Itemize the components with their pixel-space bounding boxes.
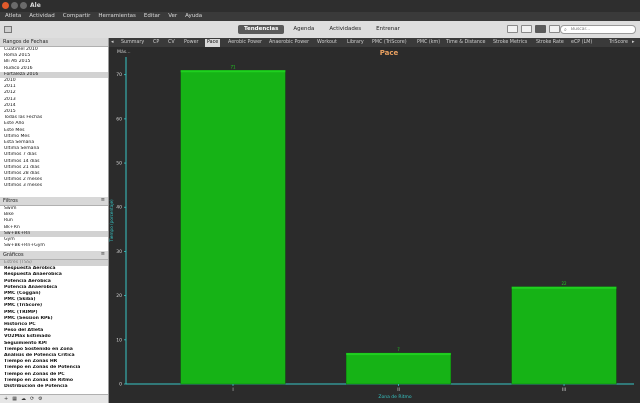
date-range-item[interactable]: Últimos 3 meses [0, 183, 108, 189]
menu-bar: Atleta Actividad Compartir Herramientas … [0, 12, 640, 21]
cloud-icon[interactable]: ☁ [21, 395, 26, 403]
tiled-layout-button[interactable] [549, 25, 560, 33]
toolbar: Tendencias Agenda Actividades Entrenar ⌕ [0, 21, 640, 39]
pace-zone-chart: 0 10 20 30 40 50 60 70 Tiempo (porcentaje) 71 I 7 II… [109, 57, 634, 400]
menu-ver[interactable]: Ver [168, 12, 177, 21]
chart-item[interactable]: Distribución de Potencia [0, 384, 108, 390]
tab-triscore[interactable]: TriScore [609, 38, 628, 47]
add-icon[interactable]: + [4, 395, 8, 403]
menu-actividad[interactable]: Actividad [29, 12, 55, 21]
bar-zone-i[interactable] [180, 70, 286, 385]
bar-value-label: 7 [397, 347, 400, 352]
y-tick-label: 30 [116, 249, 122, 255]
window-controls [2, 2, 27, 9]
view-entrenar[interactable]: Entrenar [370, 25, 406, 34]
y-tick-label: 0 [119, 382, 122, 388]
minimize-window-button[interactable] [11, 2, 18, 9]
sidebar-bottom-toolbar: + ▦ ☁ ⟳ ⚙ [0, 394, 108, 403]
menu-atleta[interactable]: Atleta [5, 12, 21, 21]
search-box[interactable]: ⌕ [560, 25, 636, 34]
close-window-button[interactable] [2, 2, 9, 9]
charts-panel: Gráficos ≡ Estrés (TSS) Respuesta Aeróbic… [0, 251, 108, 394]
filter-item[interactable]: Sw+Bk+Rn+Gym [0, 243, 108, 249]
menu-compartir[interactable]: Compartir [63, 12, 91, 21]
filters-header: Filtros ≡ [0, 197, 108, 206]
tab-time-distance[interactable]: Time & Distance [446, 38, 486, 47]
y-tick-label: 20 [116, 293, 122, 299]
x-tick-label: II [397, 387, 400, 393]
tab-summary[interactable]: Summary [121, 38, 144, 47]
tab-stroke-rate[interactable]: Stroke Rate [536, 38, 564, 47]
search-input[interactable] [571, 26, 633, 33]
filters-list: Swim Bike Run Bk+Rn Sw+Bk+Rn Gym Sw+Bk+Rn+Gym [0, 206, 108, 249]
x-axis-label: Zona de Ritmo [378, 394, 411, 400]
date-ranges-header: Rangos de Fechas [0, 38, 108, 47]
x-tick-label: I [232, 387, 233, 393]
bookmark-icon[interactable]: ▦ [12, 395, 17, 403]
tab-library[interactable]: Library [347, 38, 364, 47]
tabbed-layout-button[interactable] [535, 25, 546, 33]
maximize-window-button[interactable] [20, 2, 27, 9]
bar-highlight [180, 70, 286, 73]
toggle-bottom-layout-button[interactable] [521, 25, 532, 33]
y-tick-label: 60 [116, 116, 122, 122]
settings-icon[interactable]: ⚙ [38, 395, 42, 403]
sidebar: Rangos de Fechas Cuatimel 2010 Roma 2015 B… [0, 38, 109, 403]
tab-aerobic-power[interactable]: Aerobic Power [228, 38, 262, 47]
view-agenda[interactable]: Agenda [287, 25, 320, 34]
bar-zone-ii[interactable] [345, 352, 452, 385]
bar-value-label: 22 [561, 281, 567, 286]
y-axis-label: Tiempo (porcentaje) [109, 199, 114, 243]
bar-zone-iii[interactable] [511, 286, 617, 385]
charts-header: Gráficos ≡ [0, 251, 108, 260]
toggle-sidebar-layout-button[interactable] [507, 25, 518, 33]
tab-pmc-triscore[interactable]: PMC (TriScore) [372, 38, 407, 47]
view-actividades[interactable]: Actividades [323, 25, 367, 34]
tabs-scroll-right-icon[interactable]: ▸ [632, 38, 635, 47]
tab-anaerobic-power[interactable]: Anaerobic Power [269, 38, 309, 47]
sync-icon[interactable]: ⟳ [30, 395, 34, 403]
y-tick-label: 50 [116, 161, 122, 167]
tab-cv[interactable]: CV [168, 38, 175, 47]
y-tick-label: 70 [116, 72, 122, 78]
charts-list: Estrés (TSS) Respuesta Aeróbica Respuesta … [0, 260, 108, 390]
menu-ayuda[interactable]: Ayuda [185, 12, 202, 21]
tabs-scroll-left-icon[interactable]: ◂ [111, 38, 114, 47]
view-switcher: Tendencias Agenda Actividades Entrenar [238, 25, 406, 34]
tab-pace[interactable]: Pace [205, 39, 221, 47]
date-ranges-list: Cuatimel 2010 Roma 2015 Bli Ati 2015 Rudico… [0, 47, 108, 190]
tab-cp[interactable]: CP [153, 38, 159, 47]
tab-workout[interactable]: Workout [317, 38, 337, 47]
filters-menu-icon[interactable]: ≡ [101, 197, 105, 203]
tab-pmc-km[interactable]: PMC (km) [417, 38, 440, 47]
menu-editar[interactable]: Editar [144, 12, 160, 21]
y-tick-label: 40 [116, 205, 122, 211]
bar-value-label: 71 [230, 64, 236, 69]
tab-stroke-metrics[interactable]: Stroke Metrics [493, 38, 527, 47]
bar-highlight [346, 353, 451, 356]
charts-menu-icon[interactable]: ≡ [101, 251, 105, 257]
bar-highlight [511, 286, 617, 289]
tab-power[interactable]: Power [184, 38, 199, 47]
view-tendencias[interactable]: Tendencias [238, 25, 285, 34]
y-tick-label: 10 [116, 337, 122, 343]
sidebar-toggle-button[interactable] [4, 26, 12, 33]
search-icon: ⌕ [564, 27, 567, 33]
date-ranges-panel: Rangos de Fechas Cuatimel 2010 Roma 2015 B… [0, 38, 108, 196]
app-title: Ale [30, 2, 41, 9]
filters-title: Filtros [3, 198, 18, 204]
filters-panel: Filtros ≡ Swim Bike Run Bk+Rn Sw+Bk+Rn Gym Sw+… [0, 197, 108, 250]
x-tick-label: III [562, 387, 566, 393]
menu-herramientas[interactable]: Herramientas [98, 12, 135, 21]
date-ranges-title: Rangos de Fechas [3, 39, 49, 45]
charts-title: Gráficos [3, 252, 24, 258]
tab-ecp-lm[interactable]: eCP (LM) [571, 38, 592, 47]
layout-buttons [507, 25, 560, 33]
